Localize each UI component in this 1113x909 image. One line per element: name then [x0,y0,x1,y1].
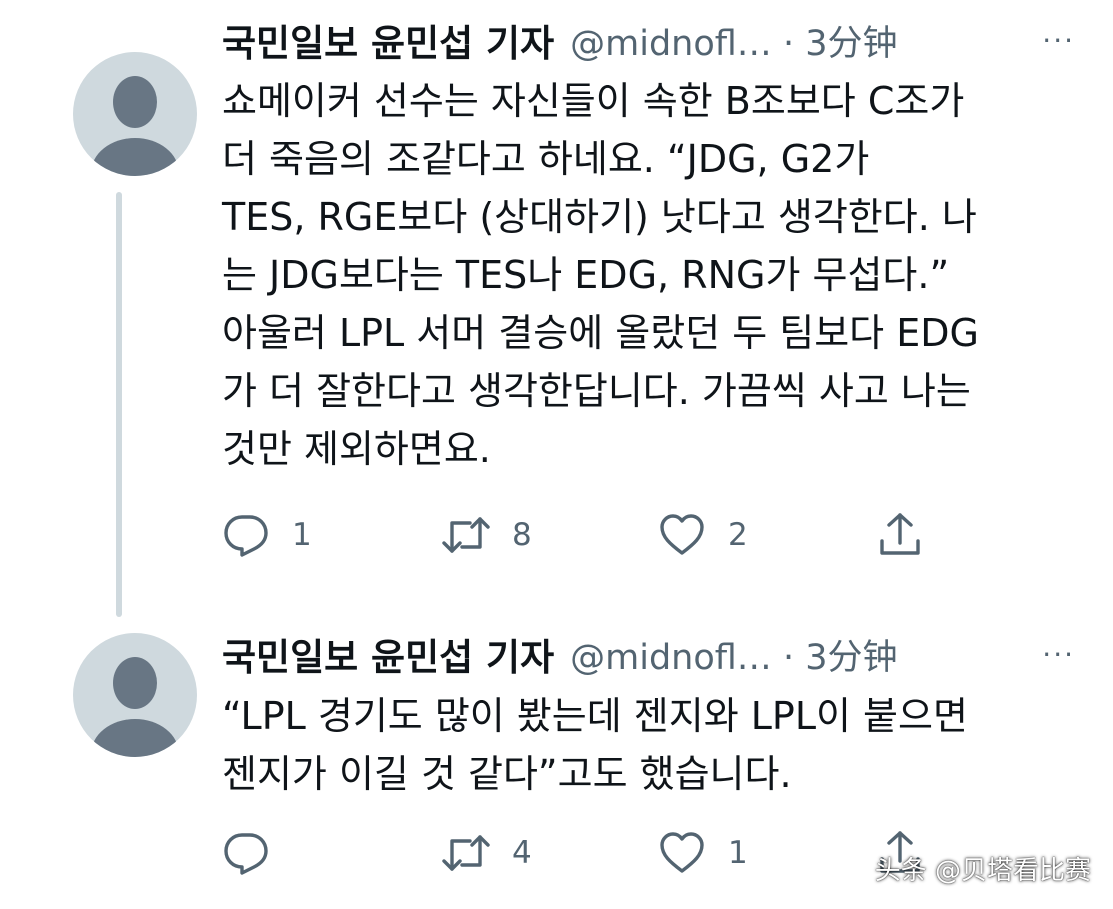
share-button[interactable] [876,511,924,559]
tweet-time[interactable]: · 3分钟 [783,638,898,678]
heart-icon [660,832,704,873]
heart-icon [660,514,704,555]
avatar-head-shape [113,76,157,128]
more-options-icon[interactable]: ··· [1042,24,1075,57]
like-button[interactable]: 1 [658,829,748,877]
reply-count: 1 [292,517,312,553]
tweet-header: 국민일보 윤민섭 기자 @midnofl… · 3分钟 [222,627,897,681]
tweet-actions: 4 1 [222,829,942,877]
handle-text: @midnofl… [570,637,772,678]
tweet-text-line: 가 더 잘한다고 생각한답니다. 가끔씩 사고 나는 [222,369,971,413]
avatar[interactable] [73,633,197,757]
reply-icon [224,515,268,557]
tweet-text-line: TES, RGE보다 (상대하기) 낫다고 생각한다. 나 [222,195,977,239]
retweet-count: 8 [512,517,532,553]
tweet-text-line: 더 죽음의 조같다고 하네요. “JDG, G2가 [222,137,870,181]
tweet-actions: 1 8 2 [222,511,942,559]
tweet-text-line: 것만 제외하면요. [222,427,491,471]
tweet-text-line: 는 JDG보다는 TES나 EDG, RNG가 무섭다.” [222,253,950,297]
author-handle[interactable]: @midnofl… · 3分钟 [570,629,897,680]
tweet-text: “LPL 경기도 많이 봤는데 젠지와 LPL이 붙으면 젠지가 이길 것 같다… [222,687,1082,803]
watermark-text: 头条 @贝塔看比赛 [874,856,1091,886]
tweet-time[interactable]: · 3分钟 [783,24,898,64]
retweet-button[interactable]: 8 [442,511,532,559]
reply-button[interactable]: 1 [222,511,312,559]
more-options-icon[interactable]: ··· [1042,638,1075,671]
author-name[interactable]: 국민일보 윤민섭 기자 [222,627,554,681]
tweet-text: 쇼메이커 선수는 자신들이 속한 B조보다 C조가 더 죽음의 조같다고 하네요… [222,72,1082,478]
retweet-icon [442,835,490,871]
avatar-body-shape [91,138,179,176]
reply-icon [224,833,268,875]
tweet-text-line: 젠지가 이길 것 같다”고도 했습니다. [222,752,792,796]
avatar-head-shape [113,657,157,709]
tweet-text-line: 쇼메이커 선수는 자신들이 속한 B조보다 C조가 [222,79,965,123]
avatar[interactable] [73,52,197,176]
retweet-icon [442,517,490,553]
avatar-body-shape [91,719,179,757]
tweet-header: 국민일보 윤민섭 기자 @midnofl… · 3分钟 [222,13,897,67]
tweet-text-line: “LPL 경기도 많이 봤는데 젠지와 LPL이 붙으면 [222,694,968,738]
author-name[interactable]: 국민일보 윤민섭 기자 [222,13,554,67]
thread-connector-line [116,192,122,617]
tweet-text-line: 아울러 LPL 서머 결승에 올랐던 두 팀보다 EDG [222,311,979,355]
reply-button[interactable] [222,829,292,877]
like-count: 2 [728,517,748,553]
share-icon [880,513,920,555]
retweet-count: 4 [512,835,532,871]
like-button[interactable]: 2 [658,511,748,559]
retweet-button[interactable]: 4 [442,829,532,877]
handle-text: @midnofl… [570,23,772,64]
like-count: 1 [728,835,748,871]
author-handle[interactable]: @midnofl… · 3分钟 [570,15,897,66]
